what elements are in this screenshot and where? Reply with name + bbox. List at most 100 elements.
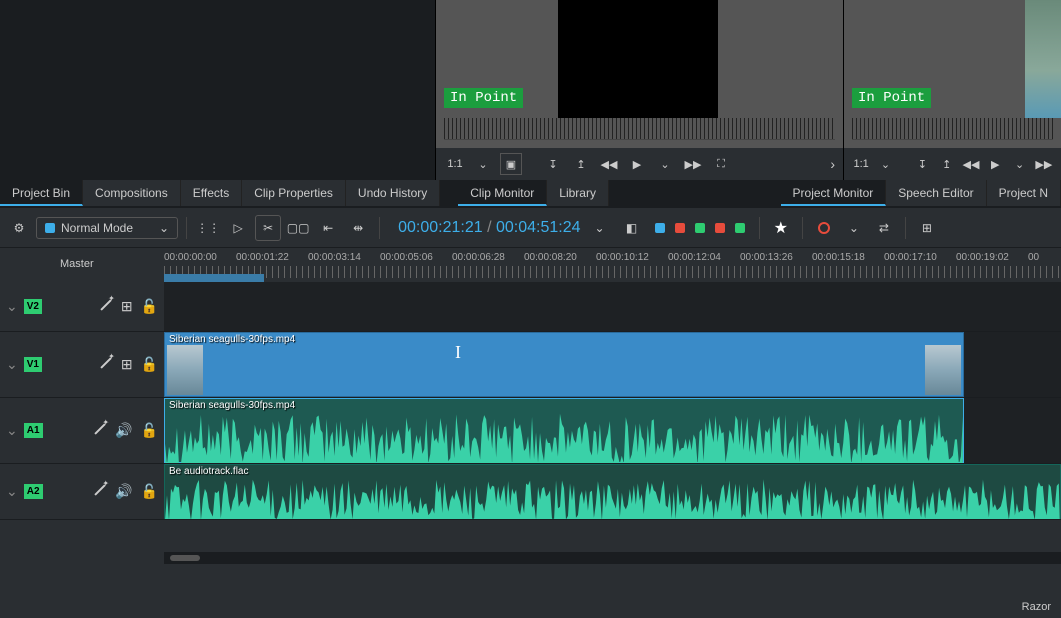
- effects-icon[interactable]: [99, 356, 113, 370]
- ruler-tick-label: 00:00:13:26: [740, 252, 812, 263]
- track-content-a2[interactable]: Be audiotrack.flac: [164, 464, 1061, 519]
- track-v2: ⌄ V2 ⊞ 🔓: [0, 282, 1061, 332]
- rewind-icon[interactable]: ◀◀: [598, 153, 620, 175]
- tab-project-monitor[interactable]: Project Monitor: [781, 180, 887, 206]
- zoom-dropdown-proj-icon[interactable]: ⌄: [876, 153, 894, 175]
- track-compositing-icon[interactable]: ⋮⋮: [195, 215, 221, 241]
- lock-icon[interactable]: 🔓: [141, 298, 158, 315]
- effects-icon[interactable]: [93, 422, 107, 436]
- expand-icon[interactable]: ⌄: [6, 298, 18, 315]
- track-tag-v1[interactable]: V1: [24, 357, 42, 372]
- track-content-a1[interactable]: Siberian seagulls-30fps.mp4: [164, 398, 1061, 463]
- crop-icon[interactable]: ⛶: [710, 153, 732, 175]
- zone-selection[interactable]: [164, 274, 264, 282]
- play-dropdown-proj-icon[interactable]: ⌄: [1010, 153, 1028, 175]
- timecode-display[interactable]: 00:00:21:21 / 00:04:51:24: [398, 219, 580, 237]
- scrollbar-thumb[interactable]: [170, 555, 200, 561]
- zoom-ratio[interactable]: 1:1: [444, 153, 466, 175]
- spacer-tool-icon[interactable]: ▢▢: [285, 215, 311, 241]
- set-in-icon[interactable]: ↧: [542, 153, 564, 175]
- track-tag-a1[interactable]: A1: [24, 423, 43, 438]
- tab-undo-history[interactable]: Undo History: [346, 180, 440, 206]
- more-icon[interactable]: ›: [830, 156, 835, 172]
- expand-icon[interactable]: ⌄: [6, 356, 18, 373]
- play-icon[interactable]: ▶: [626, 153, 648, 175]
- favorite-icon[interactable]: ★: [774, 218, 788, 238]
- edit-mode-select[interactable]: Normal Mode ⌄: [36, 217, 178, 239]
- settings-icon[interactable]: ⚙: [6, 215, 32, 241]
- timeline[interactable]: Master 00:00:00:0000:00:01:2200:00:03:14…: [0, 248, 1061, 588]
- set-in-proj-icon[interactable]: ↧: [913, 153, 931, 175]
- record-dropdown-icon[interactable]: ⌄: [841, 215, 867, 241]
- lock-icon[interactable]: 🔓: [141, 356, 158, 373]
- clip-audio-1[interactable]: Siberian seagulls-30fps.mp4: [164, 398, 964, 463]
- set-out-proj-icon[interactable]: ↥: [938, 153, 956, 175]
- project-preview: [1025, 0, 1061, 118]
- tab-clip-monitor[interactable]: Clip Monitor: [458, 180, 547, 206]
- effects-icon[interactable]: [93, 483, 107, 497]
- track-tag-v2[interactable]: V2: [24, 299, 42, 314]
- project-bin-panel: [0, 0, 436, 180]
- forward-icon[interactable]: ▶▶: [682, 153, 704, 175]
- clip-audio-2[interactable]: Be audiotrack.flac: [164, 464, 1061, 519]
- chevron-down-icon: ⌄: [159, 221, 169, 235]
- play-cursor-icon[interactable]: ▷: [225, 215, 251, 241]
- zoom-dropdown-icon[interactable]: ⌄: [472, 153, 494, 175]
- timeline-ruler[interactable]: 00:00:00:0000:00:01:2200:00:03:1400:00:0…: [164, 248, 1061, 278]
- clip-label: Siberian seagulls-30fps.mp4: [169, 400, 295, 411]
- track-head-a2[interactable]: ⌄ A2 🔊 🔓: [0, 464, 164, 519]
- clip-label: Be audiotrack.flac: [169, 466, 249, 477]
- record-icon[interactable]: [811, 215, 837, 241]
- lock-icon[interactable]: 🔓: [141, 422, 158, 439]
- forward-proj-icon[interactable]: ▶▶: [1035, 153, 1053, 175]
- project-monitor-ruler[interactable]: [852, 118, 1053, 140]
- grid-icon[interactable]: ⊞: [914, 215, 940, 241]
- timeline-scrollbar[interactable]: [164, 552, 1061, 564]
- tab-effects[interactable]: Effects: [181, 180, 242, 206]
- full-extent-icon[interactable]: ▣: [500, 153, 522, 175]
- waveform: [165, 411, 963, 463]
- ruler-tick-label: 00: [1028, 252, 1061, 263]
- lock-icon[interactable]: 🔓: [141, 483, 158, 500]
- visibility-icon[interactable]: ⊞: [121, 298, 133, 315]
- tab-library[interactable]: Library: [547, 180, 609, 206]
- ripple-out-icon[interactable]: ⇹: [345, 215, 371, 241]
- track-content-v1[interactable]: Siberian seagulls-30fps.mp4: [164, 332, 1061, 397]
- waveform: [165, 477, 1060, 519]
- track-head-v2[interactable]: ⌄ V2 ⊞ 🔓: [0, 282, 164, 331]
- tab-speech-editor[interactable]: Speech Editor: [886, 180, 986, 206]
- set-out-icon[interactable]: ↥: [570, 153, 592, 175]
- zone-icon[interactable]: ◧: [619, 215, 645, 241]
- effects-icon[interactable]: [99, 298, 113, 312]
- tab-compositions[interactable]: Compositions: [83, 180, 181, 206]
- track-content-v2[interactable]: [164, 282, 1061, 331]
- clip-thumbnail-in: [167, 345, 203, 395]
- clip-video-1[interactable]: Siberian seagulls-30fps.mp4: [164, 332, 964, 397]
- ripple-in-icon[interactable]: ⇤: [315, 215, 341, 241]
- project-monitor-panel[interactable]: In Point 1:1 ⌄ ↧ ↥ ◀◀ ▶ ⌄ ▶▶: [844, 0, 1061, 180]
- statusbar: Razor: [0, 596, 1061, 618]
- clip-monitor-panel[interactable]: In Point 1:1 ⌄ ▣ ↧ ↥ ◀◀ ▶ ⌄ ▶▶ ⛶ ›: [436, 0, 844, 180]
- marker-colors[interactable]: [655, 223, 745, 233]
- mute-icon[interactable]: 🔊: [115, 483, 132, 500]
- play-proj-icon[interactable]: ▶: [986, 153, 1004, 175]
- zoom-ratio-proj[interactable]: 1:1: [852, 153, 870, 175]
- tab-project-bin[interactable]: Project Bin: [0, 180, 83, 206]
- in-point-badge: In Point: [444, 88, 523, 108]
- timecode-dropdown-icon[interactable]: ⌄: [595, 221, 605, 235]
- expand-icon[interactable]: ⌄: [6, 483, 18, 500]
- tab-project-notes[interactable]: Project N: [987, 180, 1061, 206]
- expand-icon[interactable]: ⌄: [6, 422, 18, 439]
- shuffle-icon[interactable]: ⇄: [871, 215, 897, 241]
- mode-label: Normal Mode: [61, 221, 133, 235]
- rewind-proj-icon[interactable]: ◀◀: [962, 153, 980, 175]
- tab-clip-properties[interactable]: Clip Properties: [242, 180, 346, 206]
- razor-tool-icon[interactable]: ✂: [255, 215, 281, 241]
- track-head-a1[interactable]: ⌄ A1 🔊 🔓: [0, 398, 164, 463]
- track-tag-a2[interactable]: A2: [24, 484, 43, 499]
- mute-icon[interactable]: 🔊: [115, 422, 132, 439]
- play-dropdown-icon[interactable]: ⌄: [654, 153, 676, 175]
- track-head-v1[interactable]: ⌄ V1 ⊞ 🔓: [0, 332, 164, 397]
- visibility-icon[interactable]: ⊞: [121, 356, 133, 373]
- clip-monitor-ruler[interactable]: [444, 118, 835, 140]
